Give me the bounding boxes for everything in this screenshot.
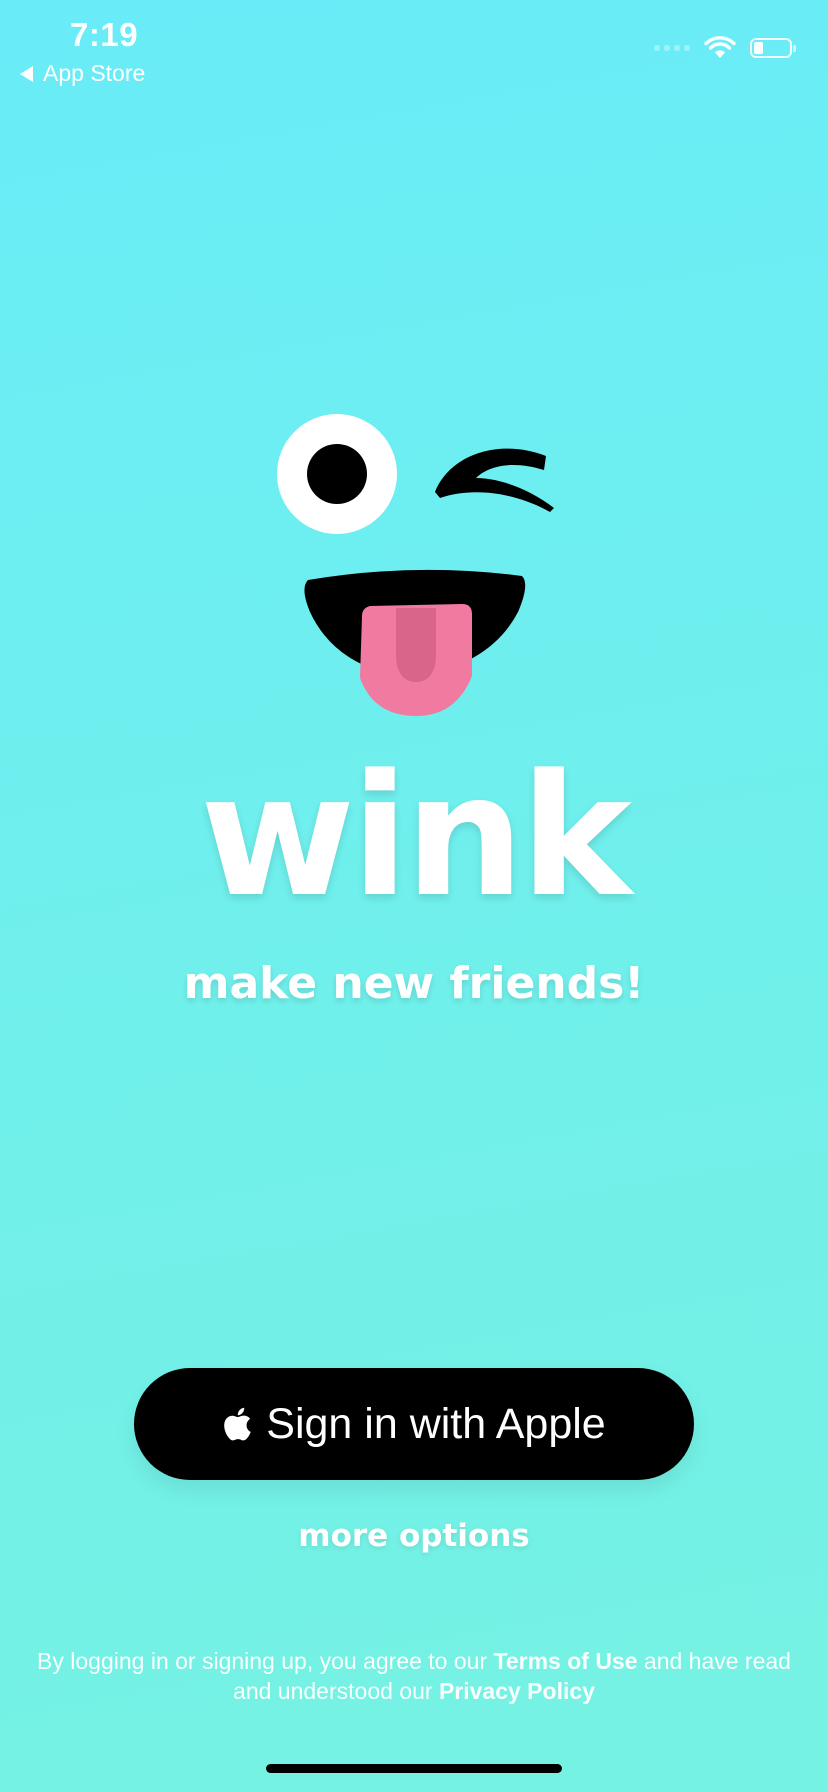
home-indicator[interactable]	[266, 1764, 562, 1773]
privacy-policy-link[interactable]: Privacy Policy	[439, 1678, 595, 1704]
sign-in-with-apple-label: Sign in with Apple	[266, 1399, 606, 1448]
back-app-label: App Store	[43, 60, 146, 86]
more-options-button[interactable]: more options	[0, 1518, 828, 1554]
winking-face-tongue-icon	[277, 414, 554, 716]
back-to-app-store-button[interactable]: App Store	[20, 60, 145, 87]
brand-name: wink	[199, 738, 632, 934]
apple-logo-icon	[224, 1407, 251, 1441]
tagline: make new friends!	[183, 958, 645, 1009]
legal-prefix: By logging in or signing up, you agree t…	[37, 1648, 494, 1674]
back-arrow-icon	[20, 65, 33, 82]
wifi-icon	[704, 36, 736, 58]
legal-disclaimer: By logging in or signing up, you agree t…	[30, 1646, 798, 1706]
battery-icon	[750, 38, 796, 58]
status-time: 7:19	[70, 16, 139, 53]
cellular-signal-icon	[654, 45, 690, 51]
status-indicators	[654, 36, 796, 60]
terms-of-use-link[interactable]: Terms of Use	[494, 1648, 638, 1674]
battery-level	[754, 42, 763, 54]
sign-in-with-apple-button[interactable]: Sign in with Apple	[134, 1368, 694, 1480]
